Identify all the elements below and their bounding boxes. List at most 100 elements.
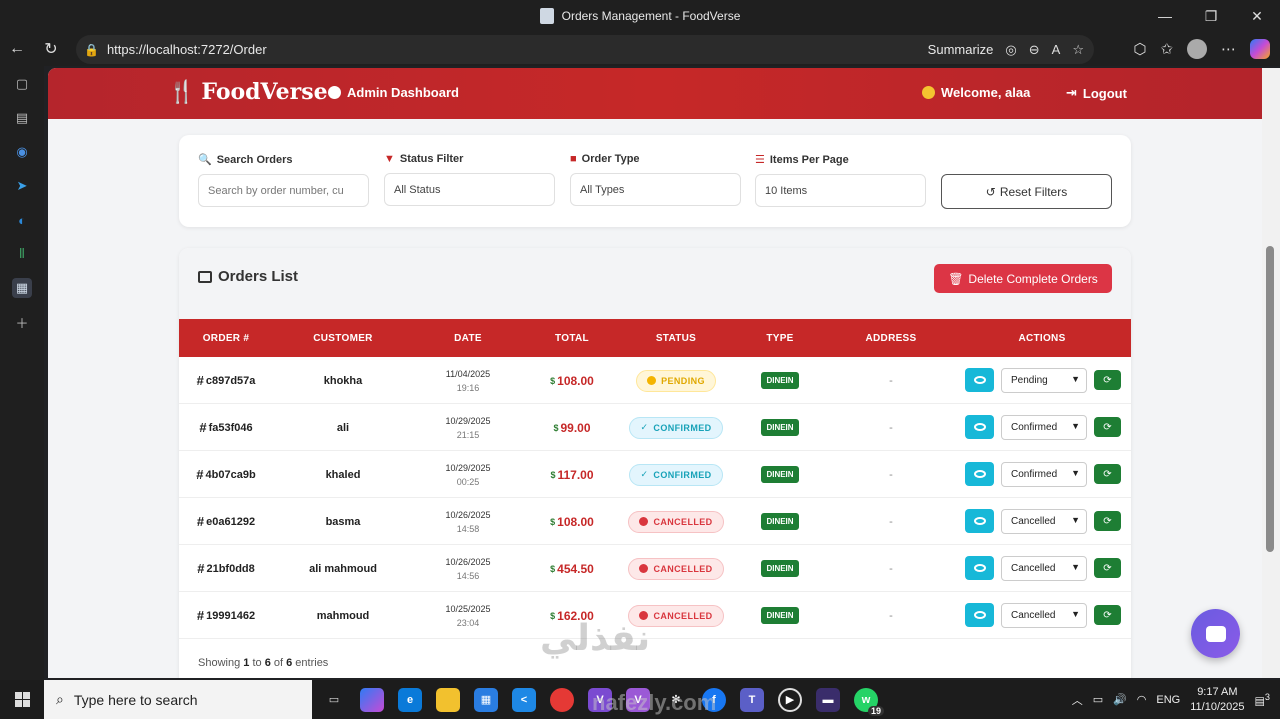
status-update-select[interactable]: Pending ▼ — [1001, 368, 1087, 393]
address-bar[interactable]: 🔒 https://localhost:7272/Order Summarize… — [76, 35, 1094, 64]
whatsapp-icon[interactable]: w 19 — [854, 687, 884, 716]
col-address: ADDRESS — [865, 332, 917, 344]
delete-complete-orders-button[interactable]: 🗑 Delete Complete Orders — [934, 264, 1112, 293]
status-cell: CANCELLED — [621, 545, 731, 592]
hash-icon: # — [196, 467, 204, 482]
read-aloud-icon[interactable]: A — [1052, 42, 1061, 57]
brand-logo[interactable]: 🍴 FoodVerse — [168, 79, 328, 105]
send-app-icon[interactable]: ➤ — [12, 176, 32, 196]
back-icon[interactable]: ← — [0, 32, 34, 66]
update-status-button[interactable]: ⟳ — [1094, 464, 1121, 484]
type-select[interactable]: All Types — [570, 173, 741, 206]
type-cell: DINEIN — [731, 592, 829, 639]
circle-app-icon[interactable]: ◉ — [12, 142, 32, 162]
update-status-button[interactable]: ⟳ — [1094, 417, 1121, 437]
order-time: 14:58 — [456, 523, 480, 534]
status-dot-icon — [647, 376, 657, 385]
status-select[interactable]: All Status — [384, 173, 555, 206]
store-icon[interactable]: ▦ — [474, 687, 498, 712]
favorite-star-icon[interactable]: ☆ — [1072, 42, 1084, 58]
collections-icon[interactable]: ▤ — [12, 108, 32, 128]
page-app-icon[interactable]: ▦ — [12, 278, 32, 298]
admin-dashboard-label: Admin Dashboard — [347, 85, 459, 100]
language-indicator[interactable]: ENG — [1156, 694, 1180, 706]
eye-icon — [973, 470, 986, 478]
search-label: 🔍 Search Orders — [198, 153, 369, 167]
status-update-select[interactable]: Confirmed ▼ — [1001, 415, 1087, 440]
view-order-button[interactable] — [965, 462, 994, 486]
page-scrollbar[interactable] — [1262, 68, 1280, 678]
status-badge: ✓ CONFIRMED — [629, 416, 723, 439]
clock[interactable]: 9:17 AM 11/10/2025 — [1190, 685, 1244, 715]
profile-avatar[interactable] — [1187, 39, 1207, 59]
wifi-icon[interactable]: ◠ — [1137, 693, 1147, 706]
notifications-icon[interactable]: ▤3 — [1255, 692, 1271, 708]
update-status-button[interactable]: ⟳ — [1094, 370, 1121, 390]
lock-icon[interactable]: 🔒 — [84, 43, 99, 57]
file-explorer-icon[interactable] — [436, 687, 460, 712]
vscode-icon[interactable]: < — [512, 687, 536, 712]
copilot-app-icon[interactable] — [360, 687, 384, 712]
chrome-icon[interactable] — [550, 687, 574, 712]
tray-up-icon[interactable]: ︿ — [1072, 692, 1083, 708]
type-filter-group: ■ Order Type All Types — [570, 153, 741, 206]
url-text[interactable]: https://localhost:7272/Order — [107, 42, 267, 57]
volume-icon[interactable]: 🔊 — [1113, 693, 1127, 706]
check-icon: ✓ — [640, 469, 649, 479]
summarize-button[interactable]: Summarize — [928, 42, 994, 57]
items-per-page-select[interactable]: 10 Items — [755, 174, 926, 207]
taskbar-search[interactable]: ⌕ Type here to search — [44, 680, 312, 719]
copilot-icon[interactable] — [1250, 39, 1270, 59]
task-view-icon[interactable]: ▭ — [322, 688, 346, 712]
view-order-button[interactable] — [965, 603, 994, 627]
type-badge: DINEIN — [761, 607, 799, 624]
eye-icon — [973, 517, 986, 525]
view-order-button[interactable] — [965, 368, 994, 392]
view-order-button[interactable] — [965, 415, 994, 439]
more-options-icon[interactable]: ⋯ — [1221, 40, 1236, 58]
swirl-app-icon[interactable]: ◐ — [12, 210, 32, 230]
currency-symbol: $ — [550, 516, 556, 527]
search-input[interactable]: Search by order number, cu — [198, 174, 369, 207]
update-status-button[interactable]: ⟳ — [1094, 558, 1121, 578]
status-update-select[interactable]: Cancelled ▼ — [1001, 556, 1087, 581]
update-status-button[interactable]: ⟳ — [1094, 605, 1121, 625]
favorites-icon[interactable]: ✩ — [1160, 40, 1173, 58]
start-button[interactable] — [0, 680, 44, 719]
network-icon[interactable]: ▭ — [1093, 693, 1103, 706]
welcome-user: Welcome, alaa — [922, 85, 1030, 100]
extensions-icon[interactable]: ⬡ — [1133, 40, 1146, 58]
teams-icon[interactable]: T — [740, 687, 764, 712]
media-player-icon[interactable]: ▶ — [778, 687, 802, 712]
scrollbar-thumb[interactable] — [1266, 246, 1274, 552]
summarize-icon[interactable]: ◎ — [1005, 42, 1016, 58]
admin-dashboard-link[interactable]: Admin Dashboard — [328, 85, 459, 100]
maximize-icon[interactable]: ❐ — [1188, 0, 1234, 32]
status-update-select[interactable]: Cancelled ▼ — [1001, 603, 1087, 628]
update-status-button[interactable]: ⟳ — [1094, 511, 1121, 531]
order-id: fa53f046 — [208, 421, 253, 434]
close-icon[interactable]: ✕ — [1234, 0, 1280, 32]
leaf-app-icon[interactable]: Ⅱ — [12, 244, 32, 264]
status-update-select[interactable]: Confirmed ▼ — [1001, 462, 1087, 487]
zoom-icon[interactable]: ⊖ — [1029, 42, 1040, 58]
reset-filters-button[interactable]: ↺ Reset Filters — [941, 174, 1112, 209]
status-select-value: Cancelled — [1011, 516, 1056, 527]
status-cell: PENDING — [621, 357, 731, 404]
refresh-icon[interactable]: ↻ — [34, 32, 68, 66]
status-cell: ✓ CONFIRMED — [621, 451, 731, 498]
status-update-select[interactable]: Cancelled ▼ — [1001, 509, 1087, 534]
logout-link[interactable]: ⇥ Logout — [1066, 85, 1127, 101]
terminal-icon[interactable]: ▬ — [816, 687, 840, 712]
order-date: 10/25/2025 — [445, 603, 491, 614]
view-order-button[interactable] — [965, 509, 994, 533]
status-filter-group: ▼ Status Filter All Status — [384, 153, 555, 206]
chatbot-button[interactable] — [1191, 609, 1240, 658]
view-order-button[interactable] — [965, 556, 994, 580]
add-icon[interactable]: ＋ — [12, 312, 32, 332]
tabs-icon[interactable]: ▢ — [12, 74, 32, 94]
order-date-cell: 10/26/2025 14:58 — [413, 498, 523, 545]
site-header: 🍴 FoodVerse Admin Dashboard Welcome, ala… — [48, 68, 1262, 119]
edge-icon[interactable]: e — [398, 687, 422, 712]
minimize-icon[interactable]: — — [1142, 0, 1188, 32]
